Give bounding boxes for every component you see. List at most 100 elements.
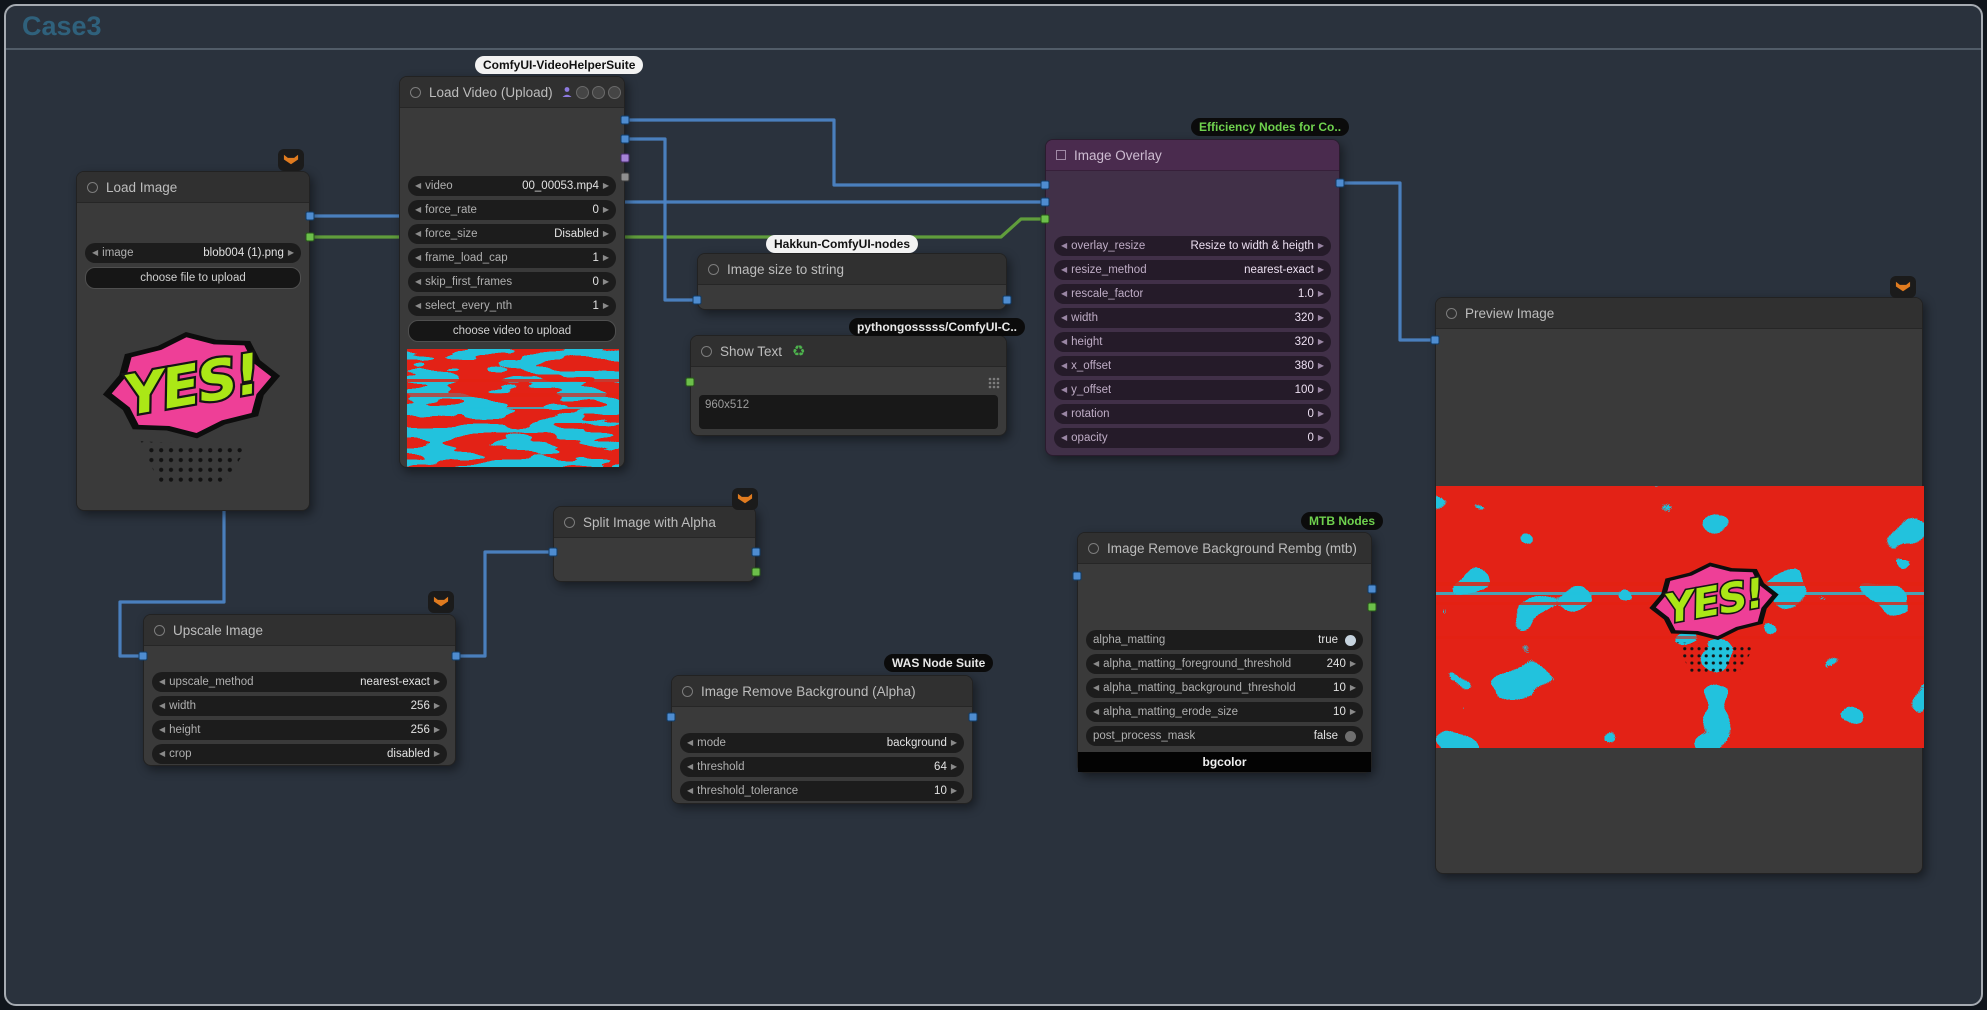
slot-overlay-in-mask[interactable] <box>1041 215 1050 224</box>
frame-load-cap-widget[interactable]: frame_load_cap 1 <box>408 248 616 268</box>
prev-arrow-icon[interactable] <box>415 302 421 310</box>
slot-image-size-out[interactable] <box>1003 296 1012 305</box>
next-arrow-icon[interactable] <box>1318 362 1324 370</box>
next-arrow-icon[interactable] <box>1318 314 1324 322</box>
slot-rembg-out-mask[interactable] <box>1368 603 1377 612</box>
collapse-dot-icon[interactable] <box>87 182 98 193</box>
next-arrow-icon[interactable] <box>1318 434 1324 442</box>
grid-handle-icon[interactable] <box>987 376 1001 390</box>
slot-rembg-out-image[interactable] <box>1368 585 1377 594</box>
next-arrow-icon[interactable] <box>1318 338 1324 346</box>
node-remove-background-rembg[interactable]: Image Remove Background Rembg (mtb) alph… <box>1077 532 1372 773</box>
slot-overlay-in-base-image[interactable] <box>1041 181 1050 190</box>
y-offset-widget[interactable]: y_offset 100 <box>1054 380 1331 400</box>
slot-show-text-in[interactable] <box>686 378 695 387</box>
next-arrow-icon[interactable] <box>434 678 440 686</box>
slot-rembg-in-image[interactable] <box>1073 572 1082 581</box>
prev-arrow-icon[interactable] <box>1093 684 1099 692</box>
prev-arrow-icon[interactable] <box>415 206 421 214</box>
group-title[interactable]: Case3 <box>22 11 102 42</box>
post-process-mask-toggle[interactable]: post_process_mask false <box>1086 726 1363 746</box>
slot-preview-in-image[interactable] <box>1431 336 1440 345</box>
node-graph-canvas[interactable]: Case3 Load Image image blob004 (1).png c… <box>4 4 1983 1006</box>
prev-arrow-icon[interactable] <box>159 726 165 734</box>
crop-widget[interactable]: crop disabled <box>152 744 447 764</box>
collapse-dot-icon[interactable] <box>682 686 693 697</box>
next-arrow-icon[interactable] <box>951 763 957 771</box>
slot-overlay-out-image[interactable] <box>1336 179 1345 188</box>
node-title-bar[interactable]: Image Remove Background Rembg (mtb) <box>1078 533 1371 564</box>
prev-arrow-icon[interactable] <box>92 249 98 257</box>
prev-arrow-icon[interactable] <box>415 254 421 262</box>
node-title-bar[interactable]: Image size to string <box>698 254 1006 285</box>
next-arrow-icon[interactable] <box>951 787 957 795</box>
slot-load-video-out-video-info[interactable] <box>621 173 630 182</box>
alpha-matting-toggle[interactable]: alpha_matting true <box>1086 630 1363 650</box>
next-arrow-icon[interactable] <box>1350 684 1356 692</box>
node-load-image[interactable]: Load Image image blob004 (1).png choose … <box>76 171 310 511</box>
next-arrow-icon[interactable] <box>288 249 294 257</box>
slot-load-image-out-mask[interactable] <box>306 233 315 242</box>
collapse-dot-icon[interactable] <box>410 87 421 98</box>
next-arrow-icon[interactable] <box>603 206 609 214</box>
mode-widget[interactable]: mode background <box>680 733 964 753</box>
prev-arrow-icon[interactable] <box>1061 386 1067 394</box>
prev-arrow-icon[interactable] <box>159 702 165 710</box>
alpha-matting-background-threshold-widget[interactable]: alpha_matting_background_threshold 10 <box>1086 678 1363 698</box>
height-widget[interactable]: height 320 <box>1054 332 1331 352</box>
info-icon[interactable] <box>592 86 605 99</box>
next-arrow-icon[interactable] <box>603 278 609 286</box>
next-arrow-icon[interactable] <box>951 739 957 747</box>
prev-arrow-icon[interactable] <box>1093 708 1099 716</box>
select-every-nth-widget[interactable]: select_every_nth 1 <box>408 296 616 316</box>
info-icon[interactable] <box>576 86 589 99</box>
node-title-bar[interactable]: Upscale Image <box>144 615 455 646</box>
next-arrow-icon[interactable] <box>603 182 609 190</box>
collapse-box-icon[interactable] <box>1056 150 1066 160</box>
prev-arrow-icon[interactable] <box>1093 660 1099 668</box>
slot-split-out-image[interactable] <box>752 548 761 557</box>
slot-load-video-out-image[interactable] <box>621 116 630 125</box>
toggle-knob-icon[interactable] <box>1345 731 1356 742</box>
next-arrow-icon[interactable] <box>1350 660 1356 668</box>
slot-overlay-in-overlay-image[interactable] <box>1041 198 1050 207</box>
node-image-size-to-string[interactable]: Image size to string <box>697 253 1007 310</box>
resize-method-widget[interactable]: resize_method nearest-exact <box>1054 260 1331 280</box>
next-arrow-icon[interactable] <box>434 726 440 734</box>
node-title-bar[interactable]: Load Image <box>77 172 309 203</box>
prev-arrow-icon[interactable] <box>687 787 693 795</box>
prev-arrow-icon[interactable] <box>1061 410 1067 418</box>
width-widget[interactable]: width 256 <box>152 696 447 716</box>
video-file-widget[interactable]: video 00_00053.mp4 <box>408 176 616 196</box>
next-arrow-icon[interactable] <box>1318 386 1324 394</box>
node-title-bar[interactable]: Split Image with Alpha <box>554 507 755 538</box>
width-widget[interactable]: width 320 <box>1054 308 1331 328</box>
node-title-bar[interactable]: Show Text ♻ <box>691 336 1006 367</box>
slot-upscale-out-image[interactable] <box>452 652 461 661</box>
slot-upscale-in-image[interactable] <box>139 652 148 661</box>
prev-arrow-icon[interactable] <box>1061 362 1067 370</box>
collapse-dot-icon[interactable] <box>701 346 712 357</box>
node-image-overlay[interactable]: Image Overlay overlay_resize Resize to w… <box>1045 139 1340 456</box>
next-arrow-icon[interactable] <box>603 302 609 310</box>
node-upscale-image[interactable]: Upscale Image upscale_method nearest-exa… <box>143 614 456 766</box>
rotation-widget[interactable]: rotation 0 <box>1054 404 1331 424</box>
slot-remove-bg-alpha-out[interactable] <box>969 713 978 722</box>
next-arrow-icon[interactable] <box>603 230 609 238</box>
choose-file-button[interactable]: choose file to upload <box>85 267 301 289</box>
choose-video-button[interactable]: choose video to upload <box>408 320 616 342</box>
height-widget[interactable]: height 256 <box>152 720 447 740</box>
collapse-dot-icon[interactable] <box>708 264 719 275</box>
node-preview-image[interactable]: Preview Image <box>1435 297 1923 874</box>
node-title-bar[interactable]: Preview Image <box>1436 298 1922 329</box>
collapse-dot-icon[interactable] <box>1446 308 1457 319</box>
collapse-dot-icon[interactable] <box>1088 543 1099 554</box>
image-file-widget[interactable]: image blob004 (1).png <box>85 243 301 263</box>
next-arrow-icon[interactable] <box>603 254 609 262</box>
prev-arrow-icon[interactable] <box>1061 338 1067 346</box>
prev-arrow-icon[interactable] <box>415 182 421 190</box>
force-rate-widget[interactable]: force_rate 0 <box>408 200 616 220</box>
slot-load-image-out-image[interactable] <box>306 212 315 221</box>
show-text-output[interactable]: 960x512 <box>699 395 998 429</box>
next-arrow-icon[interactable] <box>434 702 440 710</box>
